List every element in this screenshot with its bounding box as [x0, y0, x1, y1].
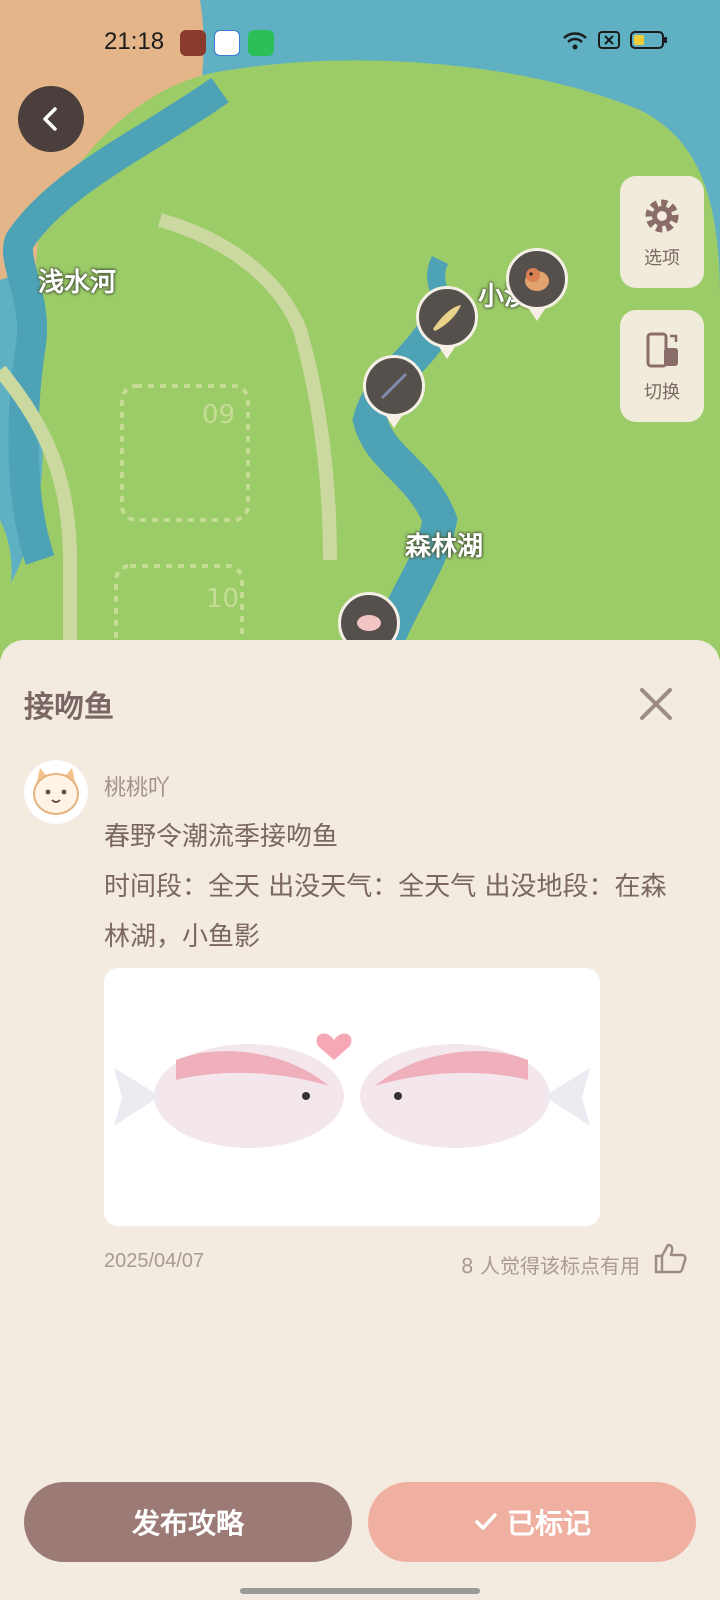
- kissing-fish-image: [104, 968, 600, 1226]
- switch-device-icon: [646, 332, 678, 368]
- post-line-2: 时间段：全天 出没天气：全天气 出没地段：在森林湖，小鱼影: [104, 872, 667, 952]
- zone-number-09: 09: [202, 400, 236, 430]
- map-background: [0, 0, 720, 660]
- map-pin-fish[interactable]: [416, 286, 478, 359]
- fish-icon: [357, 615, 381, 631]
- marked-button[interactable]: 已标记: [368, 1482, 696, 1562]
- switch-label: 切换: [644, 382, 680, 403]
- close-icon[interactable]: [634, 682, 678, 726]
- publish-guide-button[interactable]: 发布攻略: [24, 1482, 352, 1562]
- post-content: 春野令潮流季接吻鱼 时间段：全天 出没天气：全天气 出没地段：在森林湖，小鱼影: [104, 812, 684, 962]
- map-label-lake: 森林湖: [405, 532, 484, 562]
- back-button[interactable]: [18, 86, 84, 152]
- wifi-icon: [563, 32, 587, 50]
- map-pin-rod[interactable]: [363, 355, 425, 428]
- status-time: 21:18: [104, 28, 165, 55]
- gear-icon: [645, 199, 679, 233]
- status-bar: 21:18: [0, 0, 720, 90]
- thumbs-up-icon[interactable]: [652, 1240, 688, 1276]
- detail-sheet: 接吻鱼 桃桃吖 春野令潮流季接吻鱼 时间段：全天 出没天气：全天气 出没地段：在…: [0, 640, 720, 1600]
- post-date: 2025/04/07: [104, 1250, 205, 1272]
- game-app-icon: [180, 30, 206, 56]
- baidu-app-icon: [214, 30, 240, 56]
- options-button[interactable]: 选项: [620, 176, 704, 288]
- post-line-1: 春野令潮流季接吻鱼: [104, 822, 339, 852]
- avatar[interactable]: [24, 760, 88, 824]
- map-pin-bird[interactable]: [506, 248, 568, 321]
- bird-icon: [525, 268, 549, 291]
- battery-icon: [630, 31, 667, 49]
- video-app-icon: [248, 30, 274, 56]
- chevron-left-icon: [43, 107, 57, 131]
- options-label: 选项: [644, 248, 680, 269]
- useful-count-text: 8 人觉得该标点有用: [460, 1254, 640, 1278]
- post-photo[interactable]: [104, 968, 600, 1226]
- fishing-rod-icon: [380, 372, 408, 400]
- fish-icon: [433, 305, 461, 331]
- author-name: 桃桃吖: [104, 776, 171, 801]
- sim-off-icon: [598, 31, 620, 49]
- check-icon: [475, 1513, 497, 1530]
- publish-label: 发布攻略: [131, 1507, 244, 1540]
- map-view[interactable]: 浅水河 森林湖 小溪 09 10 21:18 选项 切换: [0, 0, 720, 660]
- home-indicator[interactable]: [240, 1588, 480, 1594]
- cat-avatar-icon: [33, 768, 79, 815]
- map-label-river: 浅水河: [38, 268, 117, 298]
- marked-label: 已标记: [506, 1507, 591, 1540]
- zone-number-10: 10: [206, 584, 240, 614]
- switch-button[interactable]: 切换: [620, 310, 704, 422]
- sheet-title: 接吻鱼: [24, 690, 114, 725]
